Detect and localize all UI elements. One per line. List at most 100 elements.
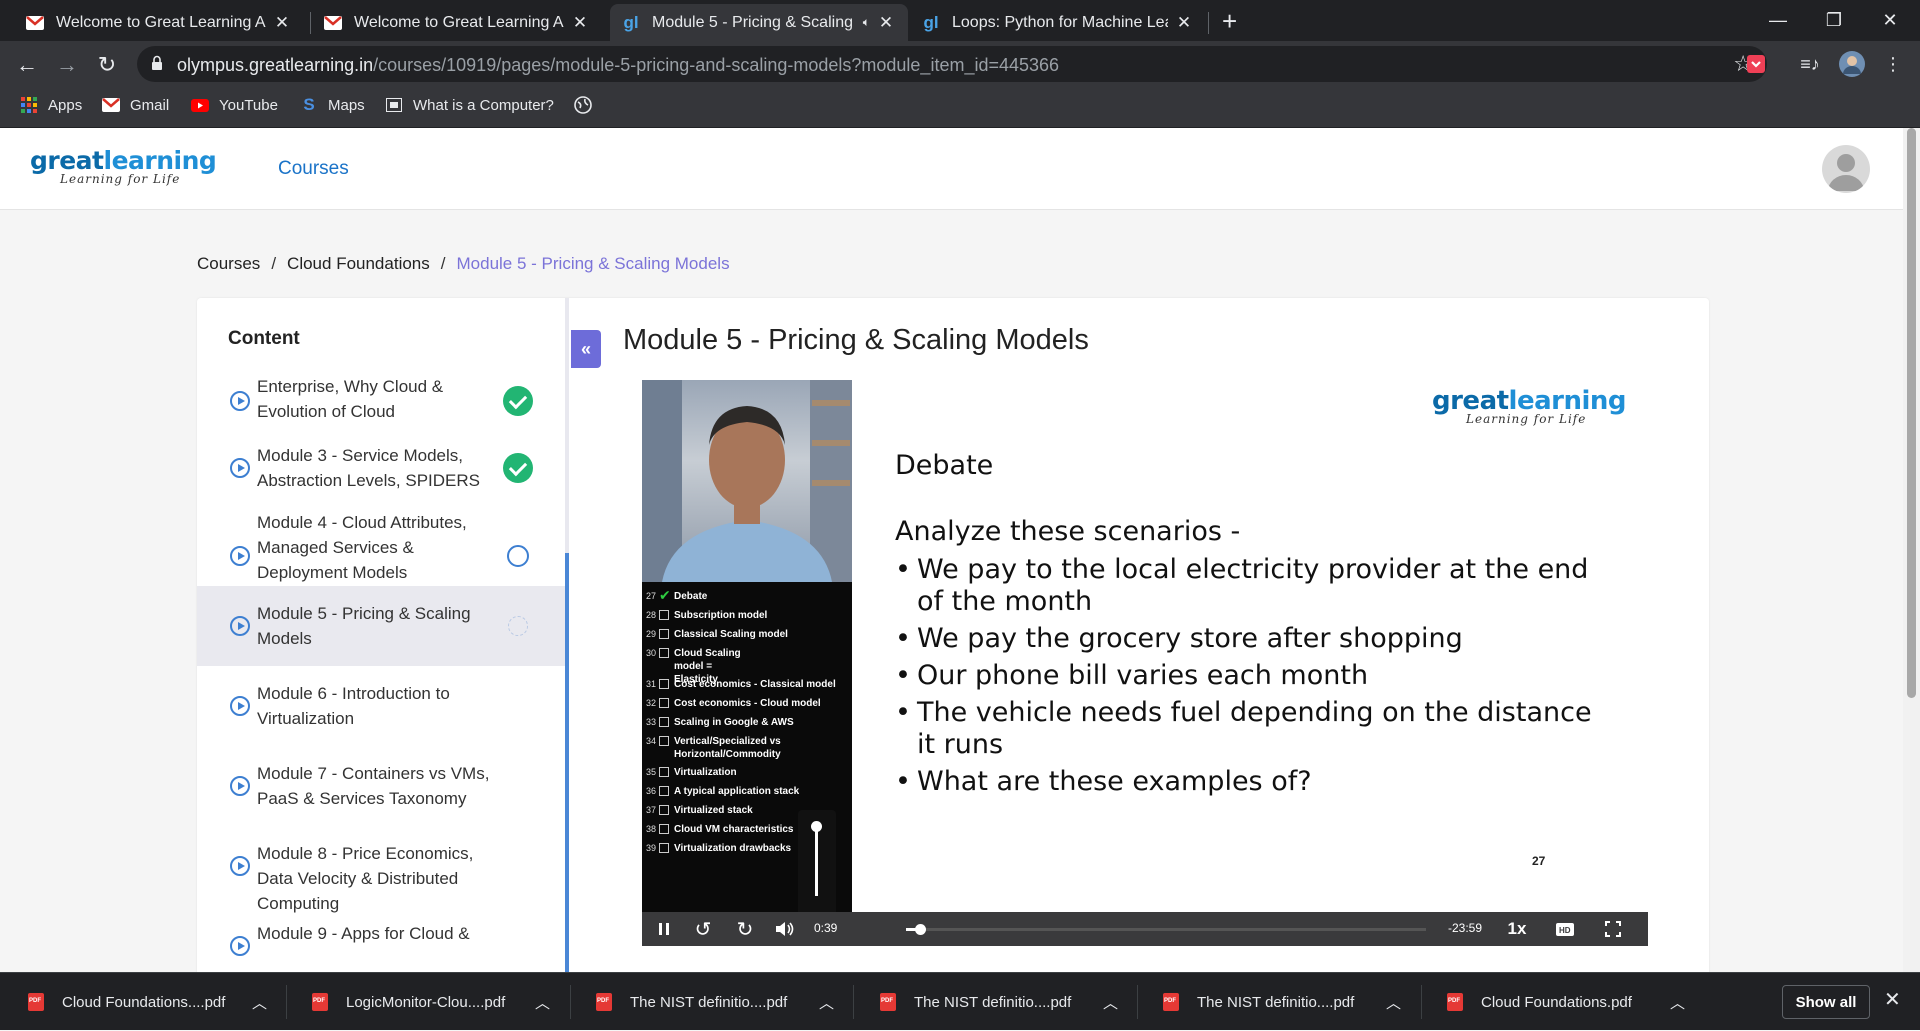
browser-tab-2[interactable]: Welcome to Great Learning Acad ✕: [312, 4, 602, 41]
bookmark-gmail[interactable]: Gmail: [102, 96, 169, 114]
close-tab-icon[interactable]: ✕: [1174, 13, 1194, 33]
module-label: Module 9 - Apps for Cloud &: [257, 924, 470, 943]
module-item[interactable]: Module 8 - Price Economics, Data Velocit…: [197, 826, 565, 913]
module-item[interactable]: Enterprise, Why Cloud & Evolution of Clo…: [197, 374, 565, 428]
media-controls-icon[interactable]: ≡♪: [1797, 51, 1823, 77]
forward-button[interactable]: →: [52, 50, 82, 80]
completed-check-icon: [503, 386, 533, 416]
download-menu-chevron[interactable]: ︿: [535, 973, 550, 1031]
slide-heading: Debate: [895, 450, 994, 481]
module-item[interactable]: Module 6 - Introduction to Virtualizatio…: [197, 666, 565, 746]
audio-playing-icon[interactable]: 🔈︎: [863, 15, 870, 30]
download-menu-chevron[interactable]: ︿: [819, 973, 834, 1031]
page-scrollbar-thumb[interactable]: [1907, 128, 1916, 698]
module-item[interactable]: Module 7 - Containers vs VMs, PaaS & Ser…: [197, 746, 565, 826]
module-item[interactable]: Module 3 - Service Models, Abstraction L…: [197, 428, 565, 508]
video-player[interactable]: 27 ✔ Debate 28 Subscription model 29 Classic…: [642, 380, 1648, 946]
playback-speed-button[interactable]: 1x: [1502, 912, 1532, 946]
user-avatar[interactable]: [1822, 145, 1870, 193]
download-menu-chevron[interactable]: ︿: [1386, 973, 1401, 1031]
close-tab-icon[interactable]: ✕: [570, 13, 590, 33]
close-tab-icon[interactable]: ✕: [272, 13, 292, 33]
sidebar-title: Content: [228, 328, 300, 349]
browser-tab-4[interactable]: gl Loops: Python for Machine Learn ✕: [910, 4, 1206, 41]
pocket-extension-icon[interactable]: [1743, 51, 1769, 77]
seek-bar-knob[interactable]: [915, 924, 927, 935]
download-filename: The NIST definitio....pdf: [1197, 993, 1355, 1011]
chapter-item[interactable]: 34 Vertical/Specialized vs Horizontal/Com…: [642, 735, 804, 761]
chapter-item[interactable]: 29 Classical Scaling model: [642, 628, 788, 641]
close-downloads-bar-icon[interactable]: ✕: [1884, 987, 1901, 1012]
breadcrumb-courses[interactable]: Courses: [197, 254, 260, 274]
sidebar-scrollbar[interactable]: [565, 553, 569, 972]
chapter-item[interactable]: 39 Virtualization drawbacks: [642, 842, 791, 855]
reload-button[interactable]: ↻: [92, 50, 122, 80]
checkmark-icon: ✔: [659, 587, 671, 603]
download-item[interactable]: The NIST definitio....pdf: [596, 973, 787, 1031]
pause-button[interactable]: [652, 912, 676, 946]
chrome-menu-icon[interactable]: ⋮: [1880, 51, 1906, 77]
bookmark-maps[interactable]: S Maps: [300, 95, 364, 114]
new-tab-button[interactable]: +: [1222, 6, 1237, 37]
minimize-window-button[interactable]: —: [1750, 0, 1806, 41]
slide-bullet: What are these examples of?: [895, 766, 1615, 798]
browser-tab-3-active[interactable]: gl Module 5 - Pricing & Scaling 🔈︎ ✕: [610, 4, 908, 41]
chapter-item[interactable]: 36 A typical application stack: [642, 785, 799, 798]
volume-button[interactable]: [772, 912, 798, 946]
back-button[interactable]: ←: [12, 50, 42, 80]
unchecked-box-icon: [659, 629, 669, 639]
breadcrumb-cloud-foundations[interactable]: Cloud Foundations: [287, 254, 430, 274]
download-menu-chevron[interactable]: ︿: [252, 973, 267, 1031]
address-url[interactable]: olympus.greatlearning.in/courses/10919/p…: [177, 55, 1059, 76]
lock-icon[interactable]: [151, 55, 163, 71]
close-tab-icon[interactable]: ✕: [876, 13, 896, 33]
slide-intro: Analyze these scenarios -: [895, 516, 1241, 547]
chapter-item[interactable]: 38 Cloud VM characteristics: [642, 823, 793, 836]
volume-track[interactable]: [815, 826, 818, 896]
module-item[interactable]: Module 9 - Apps for Cloud &: [197, 906, 565, 972]
download-menu-chevron[interactable]: ︿: [1670, 973, 1685, 1031]
fullscreen-button[interactable]: [1600, 912, 1626, 946]
chapter-item[interactable]: 27 ✔ Debate: [642, 587, 707, 603]
chapter-item[interactable]: 32 Cost economics - Cloud model: [642, 697, 821, 710]
download-item[interactable]: LogicMonitor-Clou....pdf: [312, 973, 505, 1031]
restore-window-button[interactable]: ❐: [1806, 0, 1862, 41]
download-item[interactable]: Cloud Foundations....pdf: [28, 973, 225, 1031]
close-window-button[interactable]: ✕: [1862, 0, 1918, 41]
bookmark-globe[interactable]: [574, 96, 602, 114]
bookmark-youtube[interactable]: YouTube: [191, 96, 278, 114]
chapter-item[interactable]: 33 Scaling in Google & AWS: [642, 716, 794, 729]
browser-tab-1[interactable]: Welcome to Great Learning Acad ✕: [14, 4, 304, 41]
profile-avatar-icon[interactable]: [1839, 51, 1865, 77]
show-all-downloads-button[interactable]: Show all: [1782, 985, 1870, 1019]
bookmark-what-is-a-computer[interactable]: What is a Computer?: [385, 96, 554, 114]
download-menu-chevron[interactable]: ︿: [1103, 973, 1118, 1031]
hd-quality-button[interactable]: HD: [1552, 912, 1578, 946]
module-item-active[interactable]: Module 5 - Pricing & Scaling Models: [197, 586, 565, 666]
greatlearning-logo[interactable]: greatlearning Learning for Life: [30, 146, 230, 192]
download-item[interactable]: Cloud Foundations.pdf: [1447, 973, 1632, 1031]
download-item[interactable]: The NIST definitio....pdf: [1163, 973, 1354, 1031]
hd-icon: HD: [1556, 922, 1574, 936]
volume-knob[interactable]: [811, 821, 822, 832]
bookmark-apps[interactable]: Apps: [20, 96, 82, 114]
unchecked-box-icon: [659, 679, 669, 689]
module-item[interactable]: Module 4 - Cloud Attributes, Managed Ser…: [197, 508, 565, 586]
nav-courses-link[interactable]: Courses: [278, 158, 349, 180]
chapter-item[interactable]: 37 Virtualized stack: [642, 804, 753, 817]
completed-check-icon: [503, 453, 533, 483]
bookmark-label: Apps: [48, 96, 83, 114]
module-label: Module 7 - Containers vs VMs, PaaS & Ser…: [257, 764, 490, 808]
collapse-sidebar-button[interactable]: «: [571, 330, 601, 368]
address-bar[interactable]: olympus.greatlearning.in/courses/10919/p…: [137, 46, 1767, 82]
forward-skip-button[interactable]: ↻: [732, 912, 758, 946]
lesson-title: Module 5 - Pricing & Scaling Models: [623, 324, 1089, 356]
seek-bar[interactable]: [906, 924, 1426, 935]
chapter-item[interactable]: 35 Virtualization: [642, 766, 737, 779]
chapter-item[interactable]: 28 Subscription model: [642, 609, 767, 622]
download-item[interactable]: The NIST definitio....pdf: [880, 973, 1071, 1031]
volume-slider[interactable]: [798, 810, 836, 912]
page-scrollbar[interactable]: [1903, 128, 1920, 972]
rewind-button[interactable]: ↺: [690, 912, 716, 946]
chapter-item[interactable]: 31 Cost economics - Classical model: [642, 678, 836, 691]
